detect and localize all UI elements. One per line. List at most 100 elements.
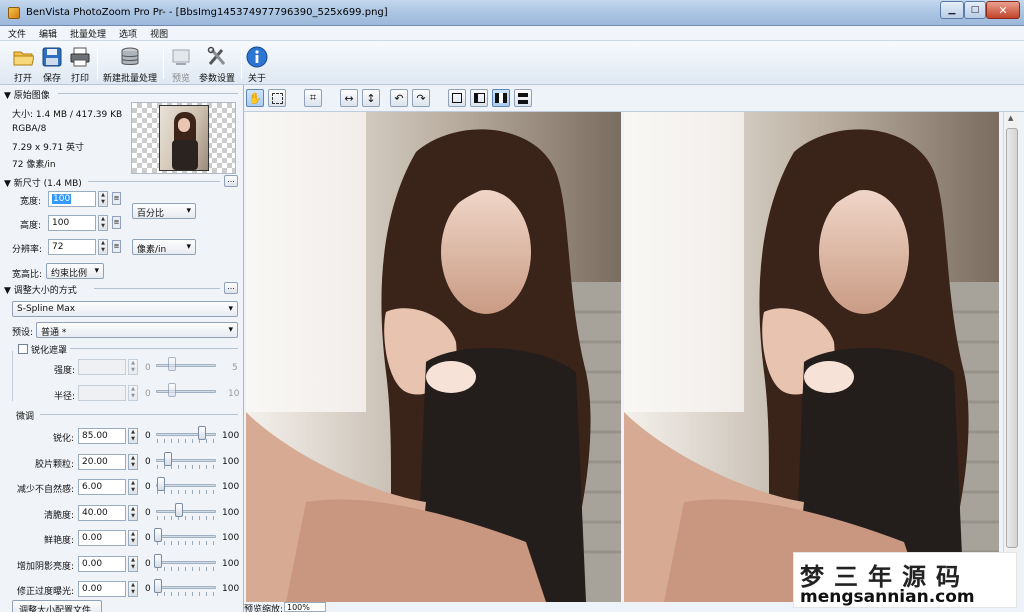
fine-tune-input[interactable]: 0.00 xyxy=(78,530,126,546)
fine-tune-slider-thumb[interactable] xyxy=(154,579,162,593)
resolution-input[interactable]: 72 xyxy=(48,239,96,255)
rotate-right-button[interactable]: ↷ xyxy=(412,89,430,107)
new-batch-label: 新建批量处理 xyxy=(102,74,157,84)
resolution-unit-toggle[interactable]: ≡ xyxy=(112,240,121,253)
open-button[interactable]: 打开 xyxy=(8,44,38,84)
menu-view[interactable]: 视图 xyxy=(145,26,173,41)
fine-tune-min: 0 xyxy=(145,431,151,441)
height-input[interactable]: 100 xyxy=(48,215,96,231)
printer-icon xyxy=(69,46,91,68)
strength-slider-thumb[interactable] xyxy=(168,357,176,371)
strength-spinner[interactable]: ▲ ▼ xyxy=(128,359,138,375)
fine-tune-input[interactable]: 20.00 xyxy=(78,453,126,470)
flip-horizontal-button[interactable]: ↔ xyxy=(340,89,358,107)
minimize-button[interactable]: ▁ xyxy=(940,1,964,19)
resize-method-dropdown[interactable]: S-Spline Max xyxy=(12,301,238,317)
strength-slider[interactable] xyxy=(156,364,216,367)
fine-tune-slider-thumb[interactable] xyxy=(198,426,206,440)
fine-tune-spinner[interactable]: ▲ ▼ xyxy=(128,581,138,597)
fine-tune-slider-thumb[interactable] xyxy=(164,451,172,466)
resize-method-more-button[interactable]: ... xyxy=(224,282,238,294)
menu-batch[interactable]: 批量处理 xyxy=(65,26,111,41)
height-unit-toggle[interactable]: ≡ xyxy=(112,216,121,229)
width-unit-toggle[interactable]: ≡ xyxy=(112,192,121,205)
radius-spinner[interactable]: ▲ ▼ xyxy=(128,385,138,401)
radius-input[interactable] xyxy=(78,385,126,401)
fine-tune-slider[interactable] xyxy=(156,560,216,564)
width-input[interactable]: 100 xyxy=(48,191,96,207)
height-label: 高度: xyxy=(20,221,42,231)
flip-vertical-button[interactable]: ↕ xyxy=(362,89,380,107)
preset-dropdown[interactable]: 普通 * xyxy=(36,322,238,338)
menu-file[interactable]: 文件 xyxy=(3,26,31,41)
menu-edit[interactable]: 编辑 xyxy=(34,26,62,41)
fine-tune-ticks xyxy=(157,592,215,596)
save-label: 保存 xyxy=(42,74,61,84)
resize-method-header[interactable]: ▼ 调整大小的方式 xyxy=(4,283,77,296)
fine-tune-input[interactable]: 0.00 xyxy=(78,555,126,572)
fine-tune-spinner[interactable]: ▲ ▼ xyxy=(128,453,138,470)
marquee-tool-button[interactable] xyxy=(268,89,286,107)
fine-tune-slider[interactable] xyxy=(156,484,216,487)
print-button[interactable]: 打印 xyxy=(66,44,94,84)
info-icon xyxy=(246,46,268,68)
new-size-header[interactable]: ▼ 新尺寸 (1.4 MB) xyxy=(4,176,82,189)
radius-slider-thumb[interactable] xyxy=(168,383,176,397)
hand-tool-button[interactable]: ✋ xyxy=(246,89,264,107)
stacked-view-button[interactable] xyxy=(514,89,532,107)
menu-bar: 文件 编辑 批量处理 选项 视图 xyxy=(0,26,1024,41)
scroll-up-arrow[interactable]: ▲ xyxy=(1008,114,1013,122)
resolution-spinner[interactable]: ▲ ▼ xyxy=(98,239,108,255)
height-spinner[interactable]: ▲ ▼ xyxy=(98,215,108,231)
preview-button[interactable]: 预览 xyxy=(167,44,195,84)
fine-tune-slider-thumb[interactable] xyxy=(154,528,162,542)
fine-tune-label: 胶片颗粒: xyxy=(34,459,74,470)
resize-profile-button[interactable]: 调整大小配置文件 xyxy=(12,600,102,612)
vertical-scrollbar[interactable]: ▲ xyxy=(1003,112,1020,602)
resolution-unit-dropdown[interactable]: 像素/in xyxy=(132,239,196,255)
new-size-more-button[interactable]: ... xyxy=(224,175,238,187)
result-preview[interactable] xyxy=(623,112,1000,602)
save-button[interactable]: 保存 xyxy=(38,44,66,84)
fine-tune-slider-thumb[interactable] xyxy=(157,477,165,491)
fine-tune-slider[interactable] xyxy=(156,535,216,538)
about-button[interactable]: 关于 xyxy=(245,44,269,84)
single-view-button[interactable] xyxy=(448,89,466,107)
zoom-input[interactable]: 100% xyxy=(284,602,326,612)
fine-tune-input[interactable]: 6.00 xyxy=(78,479,126,495)
close-button[interactable]: ✕ xyxy=(986,1,1020,19)
window-title: BenVista PhotoZoom Pro Pr- - [BbsImg1453… xyxy=(26,7,388,18)
new-batch-button[interactable]: 新建批量处理 xyxy=(101,44,159,84)
maximize-button[interactable]: □ xyxy=(964,1,986,19)
fine-tune-slider[interactable] xyxy=(156,509,216,513)
fine-tune-spinner[interactable]: ▲ ▼ xyxy=(128,530,138,546)
fine-tune-slider-thumb[interactable] xyxy=(175,502,183,517)
database-icon xyxy=(119,46,141,68)
strength-input[interactable] xyxy=(78,359,126,375)
scrollbar-thumb[interactable] xyxy=(1006,128,1018,548)
rotate-left-button[interactable]: ↶ xyxy=(390,89,408,107)
fine-tune-spinner[interactable]: ▲ ▼ xyxy=(128,504,138,521)
aspect-ratio-dropdown[interactable]: 约束比例 xyxy=(46,263,104,279)
fine-tune-spinner[interactable]: ▲ ▼ xyxy=(128,428,138,444)
fine-tune-input[interactable]: 0.00 xyxy=(78,581,126,597)
width-spinner[interactable]: ▲ ▼ xyxy=(98,191,108,207)
size-unit-dropdown[interactable]: 百分比 xyxy=(132,203,196,219)
fine-tune-slider[interactable] xyxy=(156,433,216,436)
radius-slider[interactable] xyxy=(156,390,216,393)
split-view-button[interactable] xyxy=(470,89,488,107)
fine-tune-spinner[interactable]: ▲ ▼ xyxy=(128,555,138,572)
settings-button[interactable]: 参数设置 xyxy=(197,44,237,84)
fine-tune-slider[interactable] xyxy=(156,586,216,589)
original-thumbnail[interactable] xyxy=(131,102,236,174)
menu-options[interactable]: 选项 xyxy=(114,26,142,41)
fine-tune-input[interactable]: 85.00 xyxy=(78,428,126,444)
crop-tool-button[interactable]: ⌗ xyxy=(304,89,322,107)
original-image-header[interactable]: ▼ 原始图像 xyxy=(4,88,50,101)
fine-tune-spinner[interactable]: ▲ ▼ xyxy=(128,479,138,495)
fine-tune-slider-thumb[interactable] xyxy=(154,553,162,568)
unsharp-mask-checkbox[interactable] xyxy=(18,344,28,354)
side-by-side-view-button[interactable] xyxy=(492,89,510,107)
fine-tune-input[interactable]: 40.00 xyxy=(78,504,126,521)
original-preview[interactable] xyxy=(246,112,621,602)
